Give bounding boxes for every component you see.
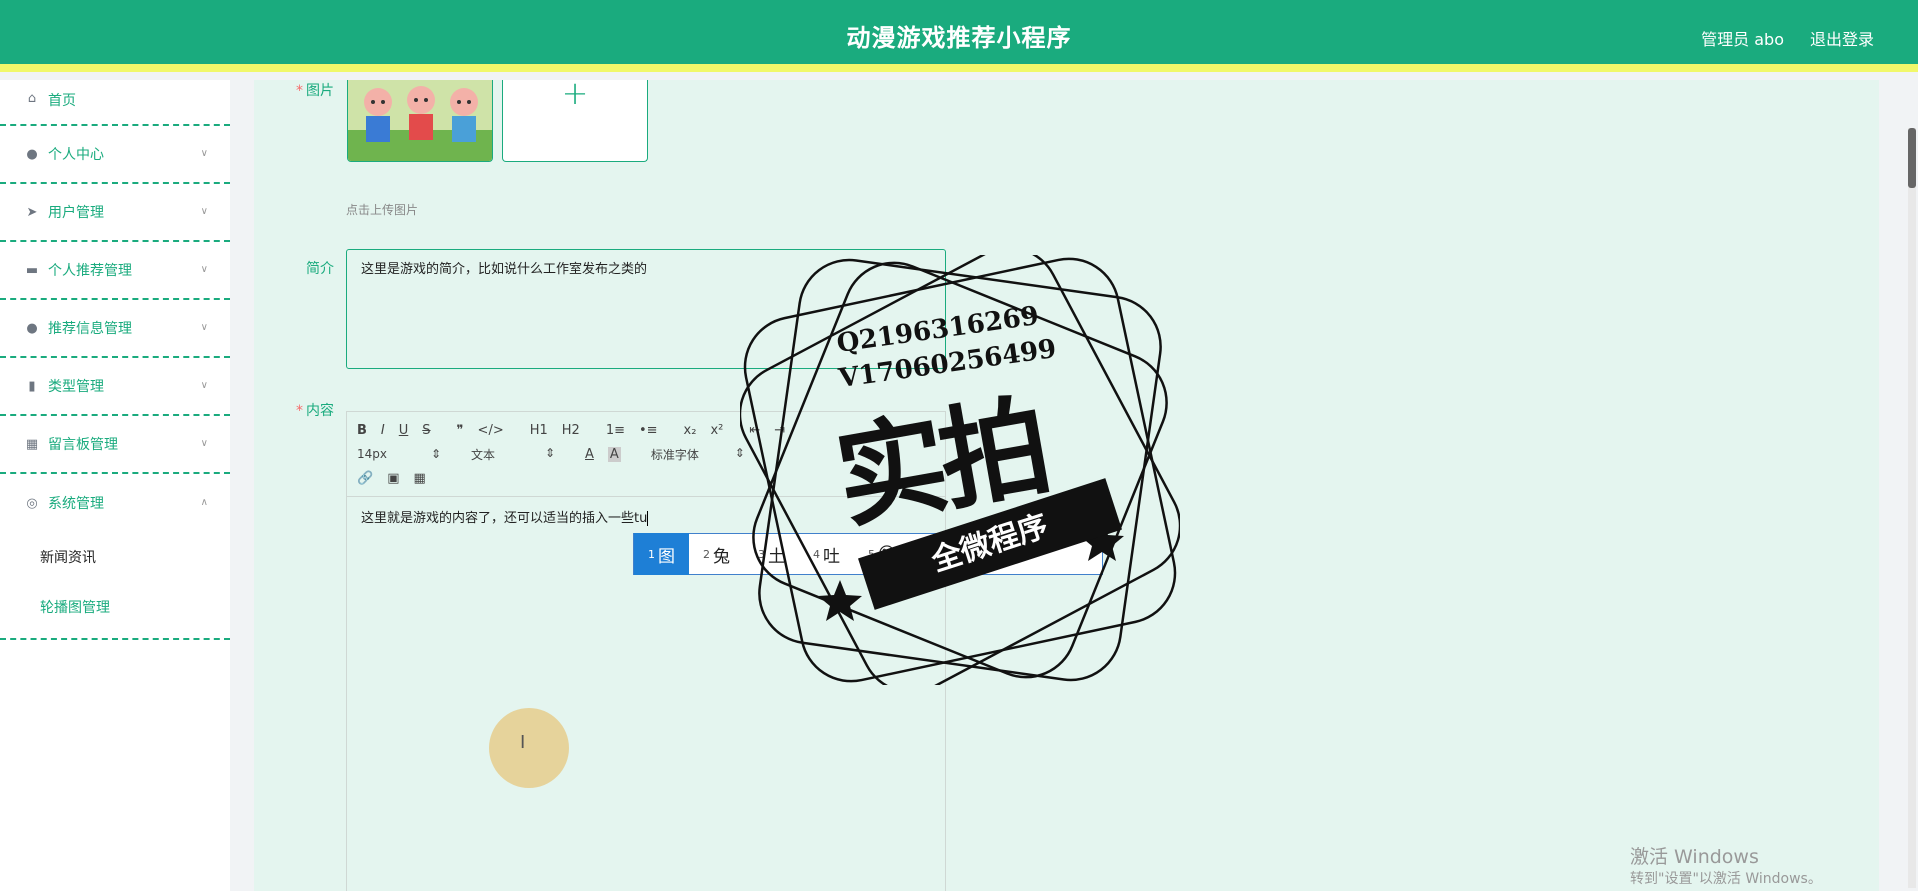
sidebar-item-home[interactable]: ⌂ 首页 xyxy=(0,80,230,126)
font-size-select[interactable]: 14px ⇕ xyxy=(357,447,441,461)
sidebar-item-type-management[interactable]: ▮ 类型管理 ∨ xyxy=(0,358,230,416)
ime-candidate[interactable]: 2兔 xyxy=(689,533,744,575)
ime-candidate-bar: 1图 2兔 3土 4吐 5 😊 xyxy=(633,533,1103,575)
uploaded-image-thumbnail[interactable] xyxy=(347,80,493,162)
user-icon: ● xyxy=(26,320,38,336)
ime-candidate[interactable]: 5 😊 xyxy=(854,533,910,575)
sidebar-item-user-management[interactable]: ➤ 用户管理 ∨ xyxy=(0,184,230,242)
image-upload-button[interactable]: + xyxy=(502,80,648,162)
briefcase-icon: ▬ xyxy=(25,262,39,278)
link-icon[interactable]: 🔗 xyxy=(357,471,373,486)
editor-content[interactable]: 这里就是游戏的内容了，还可以适当的插入一些tu xyxy=(347,497,945,536)
intro-textarea[interactable]: 这里是游戏的简介，比如说什么工作室发布之类的 xyxy=(346,249,946,369)
ime-candidate[interactable]: 3土 xyxy=(744,533,799,575)
toolbar-row-3: 🔗 ▣ ▦ xyxy=(357,466,935,490)
indent-button[interactable]: ⇥ xyxy=(774,423,785,438)
sidebar-item-recommend-info[interactable]: ● 推荐信息管理 ∨ xyxy=(0,300,230,358)
sidebar-subitem-carousel[interactable]: 轮播图管理 xyxy=(0,582,230,632)
sidebar-item-personal-center[interactable]: ● 个人中心 ∨ xyxy=(0,126,230,184)
grid-icon: ▦ xyxy=(25,436,39,452)
superscript-button[interactable]: x² xyxy=(710,423,723,438)
sidebar-item-label: 个人中心 xyxy=(48,147,104,163)
chevron-down-icon: ∨ xyxy=(200,148,208,159)
logout-link[interactable]: 退出登录 xyxy=(1810,26,1874,50)
sidebar-item-system-management[interactable]: ◎ 系统管理 ∧ xyxy=(0,474,230,532)
chevron-down-icon: ∨ xyxy=(200,322,208,333)
sidebar-item-label: 首页 xyxy=(48,93,76,109)
sidebar: ⌂ 首页 ● 个人中心 ∨ ➤ 用户管理 ∨ ▬ 个人推荐管理 ∨ ● 推荐信息… xyxy=(0,80,230,891)
windows-activation-title: 激活 Windows xyxy=(1630,846,1759,868)
strike-button[interactable]: S xyxy=(422,423,430,438)
send-icon: ➤ xyxy=(26,204,38,220)
background-color-button[interactable]: A xyxy=(607,446,621,462)
bullet-list-button[interactable]: •≡ xyxy=(639,423,658,438)
user-icon: ● xyxy=(26,146,38,162)
chevron-up-icon: ∧ xyxy=(200,497,208,508)
text-type-select[interactable]: 文本 ⇕ xyxy=(471,446,555,463)
content-label: * 内容 xyxy=(296,403,334,419)
editor-toolbar: B I U S ❞ </> H1 H2 1≡ •≡ x₂ x² ⇤ ⇥ 14px… xyxy=(347,412,945,497)
image-label: * 图片 xyxy=(296,83,334,99)
chevron-down-icon: ∨ xyxy=(200,438,208,449)
font-family-select[interactable]: 标准字体 ⇕ xyxy=(651,446,745,463)
video-icon[interactable]: ▦ xyxy=(413,471,425,486)
bold-button[interactable]: B xyxy=(357,423,367,438)
toolbar-row-2: 14px ⇕ 文本 ⇕ A A 标准字体 ⇕ xyxy=(357,442,935,466)
system-submenu: 新闻资讯 轮播图管理 xyxy=(0,532,230,640)
windows-activation-subtitle: 转到"设置"以激活 Windows。 xyxy=(1630,871,1822,887)
admin-username: 管理员 abo xyxy=(1701,30,1784,49)
sidebar-item-label: 个人推荐管理 xyxy=(48,263,132,279)
sidebar-item-label: 系统管理 xyxy=(48,496,104,512)
image-icon[interactable]: ▣ xyxy=(387,471,399,486)
select-arrows-icon: ⇕ xyxy=(544,445,555,460)
quote-button[interactable]: ❞ xyxy=(457,423,464,438)
scrollbar-thumb[interactable] xyxy=(1908,128,1916,188)
rich-text-editor: B I U S ❞ </> H1 H2 1≡ •≡ x₂ x² ⇤ ⇥ 14px… xyxy=(346,411,946,891)
italic-button[interactable]: I xyxy=(381,423,385,438)
sidebar-item-label: 推荐信息管理 xyxy=(48,321,132,337)
chevron-down-icon: ∨ xyxy=(200,264,208,275)
sidebar-item-label: 留言板管理 xyxy=(48,437,118,453)
cursor-highlight xyxy=(489,708,569,788)
sidebar-item-personal-recommend[interactable]: ▬ 个人推荐管理 ∨ xyxy=(0,242,230,300)
heading2-button[interactable]: H2 xyxy=(562,423,580,438)
ime-candidate[interactable]: 4吐 xyxy=(799,533,854,575)
ordered-list-button[interactable]: 1≡ xyxy=(606,423,625,438)
font-color-button[interactable]: A xyxy=(585,447,594,462)
app-title: 动漫游戏推荐小程序 xyxy=(846,24,1072,52)
select-arrows-icon: ⇕ xyxy=(734,445,745,460)
underline-button[interactable]: U xyxy=(399,423,409,438)
sidebar-item-label: 类型管理 xyxy=(48,379,104,395)
bar-chart-icon: ▮ xyxy=(28,378,36,394)
text-cursor-icon: Ι xyxy=(520,732,526,753)
upload-hint: 点击上传图片 xyxy=(346,203,419,217)
sidebar-item-message-board[interactable]: ▦ 留言板管理 ∨ xyxy=(0,416,230,474)
app-header: 动漫游戏推荐小程序 管理员 abo 退出登录 xyxy=(0,0,1918,72)
ime-candidate[interactable]: 1图 xyxy=(634,533,689,575)
chevron-down-icon: ∨ xyxy=(200,206,208,217)
code-block-button[interactable]: </> xyxy=(478,423,504,438)
sidebar-item-label: 用户管理 xyxy=(48,205,104,221)
settings-icon: ◎ xyxy=(26,495,38,511)
toolbar-row-1: B I U S ❞ </> H1 H2 1≡ •≡ x₂ x² ⇤ ⇥ xyxy=(357,418,935,442)
select-arrows-icon: ⇕ xyxy=(430,447,441,461)
intro-label: 简介 xyxy=(306,261,334,277)
plus-icon: + xyxy=(561,80,589,112)
subscript-button[interactable]: x₂ xyxy=(684,423,697,438)
chevron-down-icon: ∨ xyxy=(200,380,208,391)
outdent-button[interactable]: ⇤ xyxy=(749,423,760,438)
page-scrollbar[interactable] xyxy=(1908,128,1916,888)
heading1-button[interactable]: H1 xyxy=(530,423,548,438)
sidebar-subitem-news[interactable]: 新闻资讯 xyxy=(0,532,230,582)
main-content: * 图片 + 点击上传图片 简介 这里是游戏的简介，比如说什么工作室发布之类的 *… xyxy=(254,80,1879,891)
home-icon: ⌂ xyxy=(27,90,37,106)
